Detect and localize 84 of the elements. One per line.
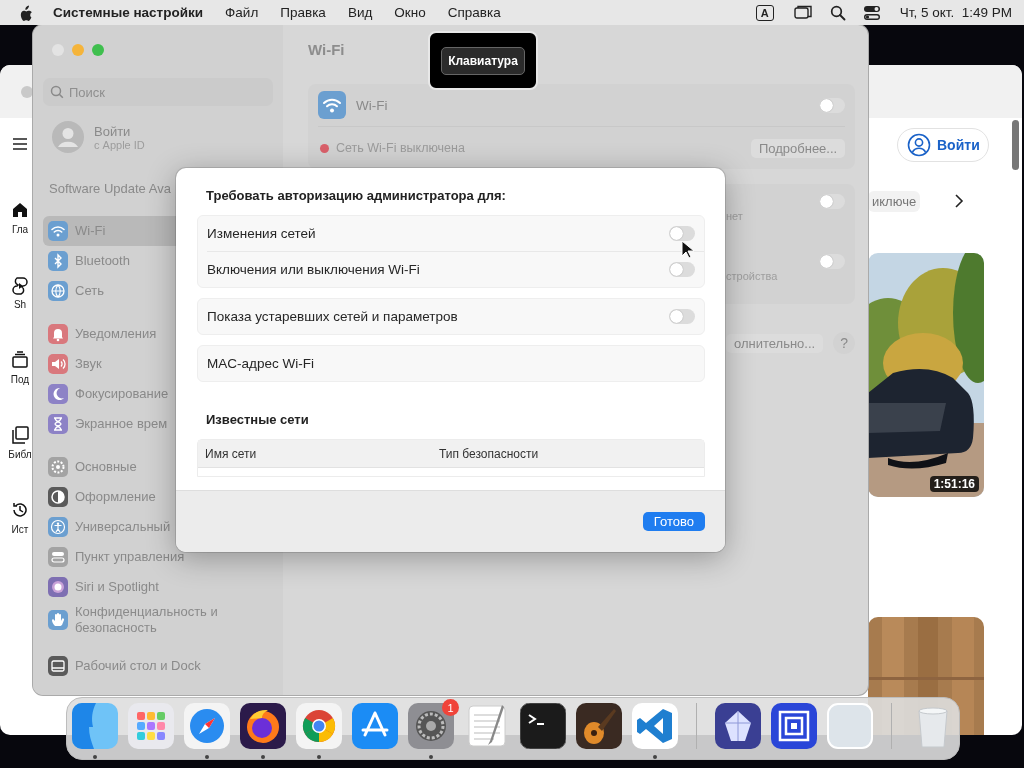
orb-icon — [48, 577, 68, 597]
library-icon — [10, 425, 30, 445]
person-icon — [48, 517, 68, 537]
menu-icon[interactable] — [11, 136, 29, 152]
hand-icon — [48, 610, 68, 630]
account-title: Войти — [94, 123, 132, 139]
details-button[interactable]: Подробнее... — [750, 138, 846, 158]
moon-icon — [48, 384, 68, 404]
keyboard-button[interactable]: Клавиатура — [441, 46, 525, 75]
input-source-indicator[interactable]: A — [755, 4, 774, 21]
setting-label: MAC-адрес Wi-Fi — [207, 356, 314, 371]
terminal-icon[interactable] — [520, 703, 566, 749]
sidebar-item[interactable]: Конфиденциальность и безопасность — [43, 602, 273, 638]
scrollbar-thumb[interactable] — [1012, 120, 1019, 170]
done-button[interactable]: Готово — [642, 512, 705, 531]
wifi-icon — [48, 221, 68, 241]
squares-icon[interactable] — [771, 703, 817, 749]
menu-item[interactable]: Окно — [394, 5, 426, 20]
toggle-switch[interactable] — [669, 309, 695, 324]
nav-item[interactable]: Sh — [10, 275, 30, 350]
fox-icon[interactable] — [240, 703, 286, 749]
toggle-switch[interactable] — [819, 254, 846, 269]
user-icon — [907, 133, 931, 157]
toggles-icon — [48, 547, 68, 567]
notification-badge: 1 — [442, 699, 459, 716]
guitar-icon[interactable] — [576, 703, 622, 749]
filter-chip[interactable]: иключе — [868, 190, 921, 212]
crystal-icon[interactable] — [715, 703, 761, 749]
nav-item[interactable]: Ист — [10, 500, 30, 575]
globe-icon — [48, 281, 68, 301]
speaker-icon — [48, 354, 68, 374]
hourglass-icon — [48, 414, 68, 434]
grid-icon[interactable] — [128, 703, 174, 749]
apple-icon[interactable] — [18, 3, 34, 22]
toggle-switch[interactable] — [669, 226, 695, 241]
code-editor-icon[interactable] — [632, 703, 678, 749]
setting-label: Включения или выключения Wi-Fi — [207, 262, 420, 277]
search-field[interactable]: Поиск — [43, 78, 273, 106]
toggle-switch[interactable] — [669, 262, 695, 277]
column-header[interactable]: Имя сети — [198, 446, 432, 461]
search-icon[interactable] — [829, 4, 846, 21]
sidebar-item[interactable]: Рабочий стол и Dock — [43, 651, 273, 681]
section-heading: Известные сети — [205, 412, 310, 429]
menu-item[interactable]: Правка — [280, 5, 326, 20]
search-icon — [50, 85, 64, 99]
wifi-toggle[interactable] — [819, 97, 846, 113]
chevron-right-icon[interactable] — [954, 193, 965, 209]
advanced-button[interactable]: олнительно... — [726, 333, 824, 353]
gear-icon — [48, 457, 68, 477]
contrast-icon — [48, 487, 68, 507]
menu-item[interactable]: Справка — [447, 5, 501, 20]
sidebar-item[interactable]: Пункт управления — [43, 542, 273, 572]
history-icon — [10, 500, 30, 520]
menu-item[interactable]: Вид — [347, 5, 373, 20]
compass-icon[interactable] — [184, 703, 230, 749]
help-button[interactable]: ? — [833, 332, 856, 354]
toggle-switch[interactable] — [819, 194, 846, 209]
wifi-icon — [318, 91, 346, 119]
stack-icon — [10, 350, 30, 370]
setting-label: Показа устаревших сетей и параметров — [207, 309, 458, 324]
sidebar-item[interactable]: Siri и Spotlight — [43, 572, 273, 602]
avatar-icon — [52, 121, 84, 153]
gear-icon[interactable] — [408, 703, 454, 749]
pane-title: Wi-Fi — [308, 41, 345, 60]
nav-item[interactable]: Гла — [10, 200, 30, 275]
bell-icon — [48, 324, 68, 344]
column-header[interactable]: Тип безопасности — [432, 446, 539, 461]
section-heading: Требовать авторизацию администратора для: — [205, 188, 507, 205]
nav-item[interactable]: Под — [10, 350, 30, 425]
home-icon — [10, 200, 30, 220]
app-menu[interactable]: Системные настройки — [53, 5, 204, 20]
window-icon — [48, 656, 68, 676]
control-center-icon[interactable] — [862, 5, 881, 20]
chrome-icon[interactable] — [296, 703, 342, 749]
bluetooth-icon — [48, 251, 68, 271]
windows-icon[interactable] — [793, 5, 813, 20]
duration-badge: 1:51:16 — [929, 476, 979, 492]
clock[interactable]: Чт, 5 окт. 1:49 PM — [899, 5, 1012, 20]
window-control[interactable] — [21, 85, 33, 98]
nav-item[interactable]: Библ — [8, 425, 32, 500]
pointer-icon — [681, 240, 695, 260]
setting-label: Wi-Fi — [356, 97, 388, 113]
app-store-icon[interactable] — [352, 703, 398, 749]
menu-item[interactable]: Файл — [225, 5, 259, 20]
